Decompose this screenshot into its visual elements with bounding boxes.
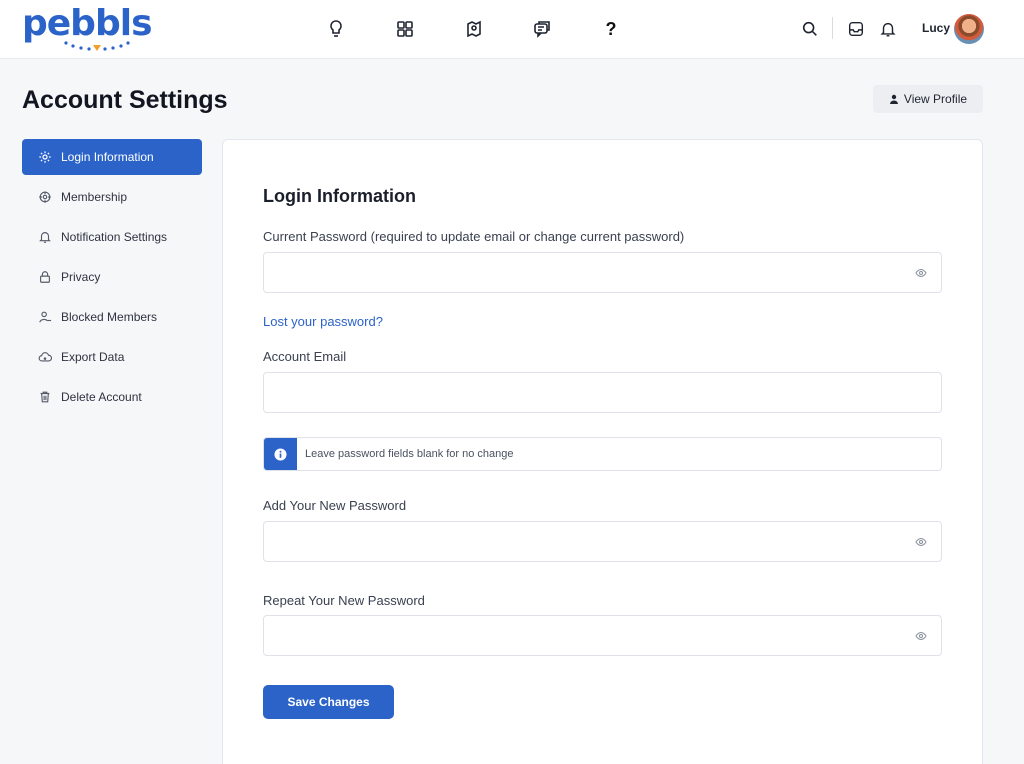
repeat-password-field-wrapper <box>263 615 942 656</box>
cloud-icon <box>38 352 52 362</box>
sidebar-item-label: Login Information <box>61 150 154 164</box>
show-password-eye-icon[interactable] <box>915 536 927 548</box>
top-navigation-bar: pebbls ? Lucy <box>0 0 1024 59</box>
save-changes-button[interactable]: Save Changes <box>263 685 394 719</box>
help-icon[interactable]: ? <box>599 17 623 41</box>
trash-icon <box>40 391 50 403</box>
chat-icon[interactable] <box>530 17 554 41</box>
sidebar-item-label: Privacy <box>61 270 101 284</box>
account-email-label: Account Email <box>263 349 347 364</box>
settings-sidebar: Login Information Membership Notificatio… <box>22 139 202 419</box>
logo-dots-decoration <box>64 41 130 51</box>
grid-icon[interactable] <box>393 17 417 41</box>
toolbar-divider <box>832 17 833 39</box>
repeat-password-input[interactable] <box>264 616 941 655</box>
membership-icon <box>39 191 51 203</box>
page-title: Account Settings <box>22 86 228 114</box>
avatar[interactable] <box>954 14 984 44</box>
new-password-field-wrapper <box>263 521 942 562</box>
sidebar-item-export-data[interactable]: Export Data <box>22 339 202 375</box>
info-notice-text: Leave password fields blank for no chang… <box>305 448 514 460</box>
current-password-input[interactable] <box>264 253 941 292</box>
new-password-input[interactable] <box>264 522 941 561</box>
sidebar-item-privacy[interactable]: Privacy <box>22 259 202 295</box>
bell-icon <box>39 232 51 243</box>
inbox-icon[interactable] <box>845 18 867 40</box>
show-password-eye-icon[interactable] <box>915 630 927 642</box>
repeat-password-label: Repeat Your New Password <box>263 593 425 608</box>
info-icon <box>264 438 297 470</box>
map-icon[interactable] <box>462 17 486 41</box>
user-name[interactable]: Lucy <box>922 21 950 35</box>
bell-icon[interactable] <box>877 18 899 40</box>
account-email-input[interactable] <box>264 373 941 412</box>
sidebar-item-label: Notification Settings <box>61 230 168 244</box>
current-password-field-wrapper <box>263 252 942 293</box>
sidebar-item-delete-account[interactable]: Delete Account <box>22 379 202 415</box>
logo-text: pebbls <box>22 3 152 44</box>
info-notice: Leave password fields blank for no chang… <box>263 437 942 471</box>
sidebar-item-login-information[interactable]: Login Information <box>22 139 202 175</box>
lock-icon <box>40 271 50 283</box>
blocked-user-icon <box>39 311 52 323</box>
sidebar-item-notification-settings[interactable]: Notification Settings <box>22 219 202 255</box>
pebbls-logo[interactable]: pebbls <box>22 4 152 54</box>
sidebar-item-membership[interactable]: Membership <box>22 179 202 215</box>
show-password-eye-icon[interactable] <box>915 267 927 279</box>
search-icon[interactable] <box>799 18 821 40</box>
section-title: Login Information <box>263 186 416 206</box>
account-email-field-wrapper <box>263 372 942 413</box>
current-password-label: Current Password (required to update ema… <box>263 229 685 244</box>
new-password-label: Add Your New Password <box>263 498 407 513</box>
sidebar-item-label: Delete Account <box>61 390 142 404</box>
sidebar-item-label: Membership <box>61 190 128 204</box>
view-profile-label: View Profile <box>903 92 968 106</box>
sidebar-item-blocked-members[interactable]: Blocked Members <box>22 299 202 335</box>
view-profile-button[interactable]: View Profile <box>873 85 983 113</box>
sidebar-item-label: Blocked Members <box>61 310 158 324</box>
sidebar-item-label: Export Data <box>61 350 125 364</box>
login-information-card: Login Information Current Password (requ… <box>222 139 983 764</box>
gear-icon <box>39 151 51 163</box>
lost-password-link[interactable]: Lost your password? <box>263 314 383 329</box>
user-icon <box>889 94 898 104</box>
bulb-icon[interactable] <box>324 17 348 41</box>
